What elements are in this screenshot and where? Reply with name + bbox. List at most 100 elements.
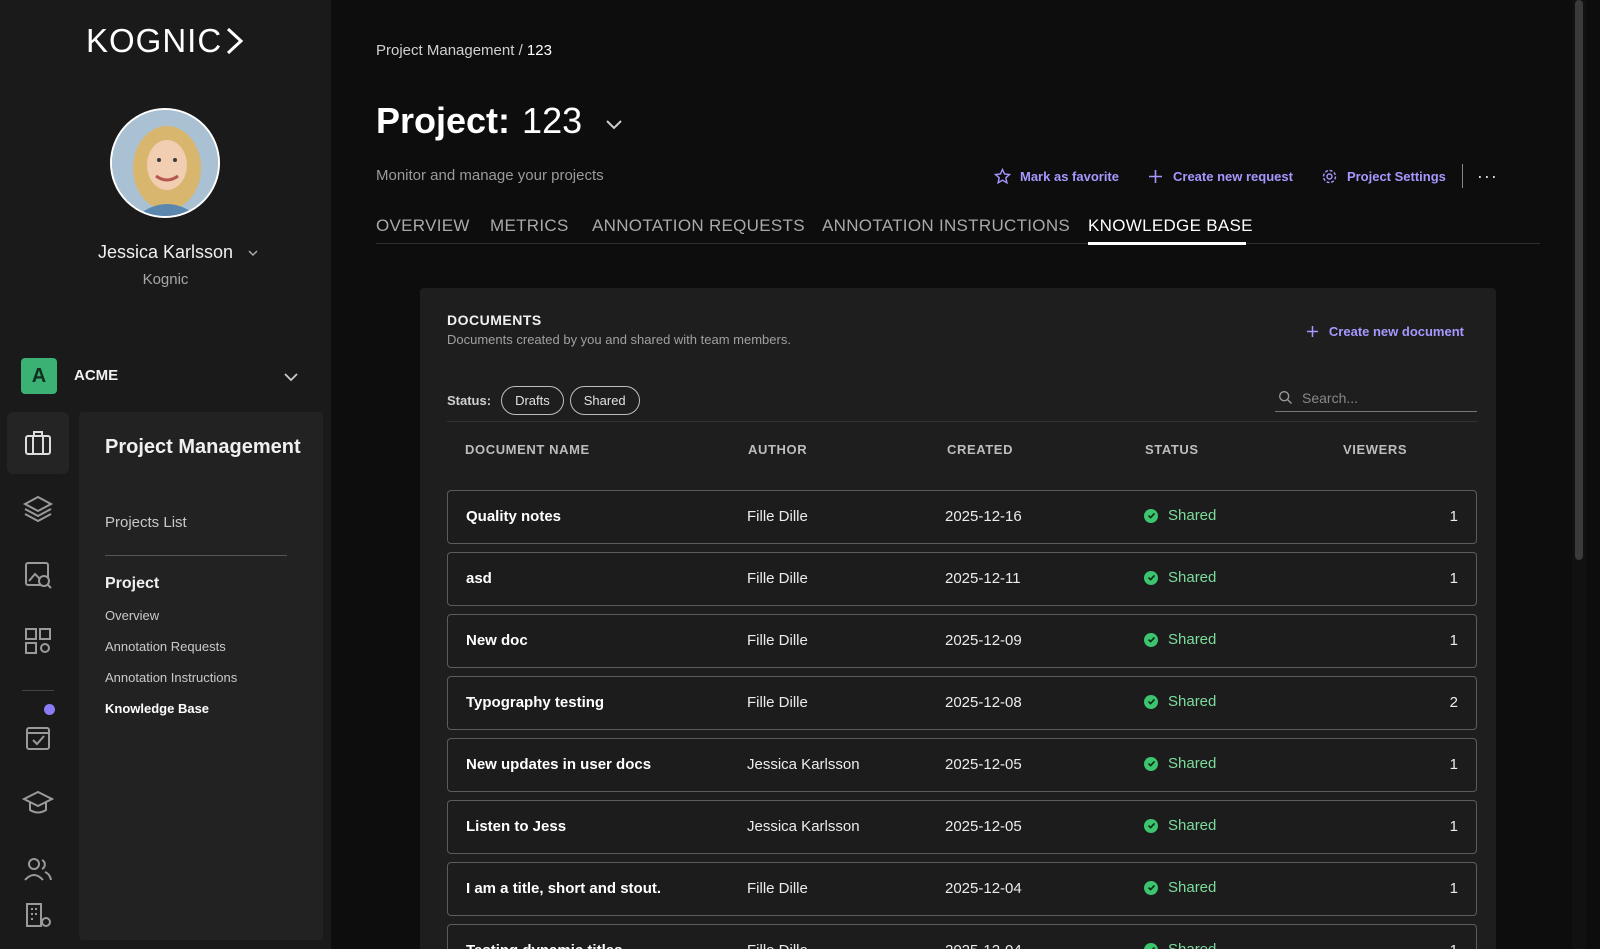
project-id[interactable]: 123 (522, 100, 582, 141)
table-row[interactable]: New doc Fille Dille 2025-12-09 Shared 1 (447, 614, 1477, 668)
image-search-icon (25, 562, 52, 589)
rail-organization[interactable] (7, 898, 69, 942)
table-row[interactable]: New updates in user docs Jessica Karlsson… (447, 738, 1477, 792)
table-row[interactable]: Testing dynamic titles Fille Dille 2025-12… (447, 924, 1477, 949)
check-circle-icon (1144, 508, 1158, 523)
column-header-document-name[interactable]: DOCUMENT NAME (465, 442, 590, 457)
subnav-item-knowledge-base[interactable]: Knowledge Base (105, 701, 209, 716)
scrollbar-thumb[interactable] (1575, 0, 1583, 560)
document-created: 2025-12-05 (945, 818, 1022, 835)
check-circle-icon (1144, 570, 1158, 585)
chevron-down-icon[interactable] (603, 113, 625, 135)
document-viewers: 1 (1449, 508, 1458, 525)
create-document-button[interactable]: Create new document (1306, 324, 1464, 339)
tab-annotation-requests[interactable]: ANNOTATION REQUESTS (592, 216, 805, 236)
filter-chip-shared[interactable]: Shared (569, 386, 640, 415)
status-label: Shared (1168, 879, 1217, 896)
breadcrumb-parent[interactable]: Project Management (376, 42, 514, 59)
document-author: Fille Dille (747, 942, 808, 949)
documents-panel: DOCUMENTS Documents created by you and s… (420, 288, 1496, 949)
status-badge: Shared (1144, 879, 1216, 896)
rail-users[interactable] (7, 838, 69, 900)
users-icon (24, 858, 52, 881)
sub-navigation: Project Management Projects List Project… (79, 412, 323, 940)
subnav-item-annotation-requests[interactable]: Annotation Requests (105, 639, 226, 654)
subnav-section-project[interactable]: Project (105, 575, 159, 593)
rail-learning[interactable] (7, 772, 69, 834)
chevron-down-icon[interactable] (282, 368, 300, 386)
header-actions: Mark as favorite Create new request Proj… (994, 164, 1498, 188)
column-header-status[interactable]: STATUS (1145, 442, 1199, 457)
subnav-title: Project Management (105, 436, 301, 458)
filter-chip-drafts[interactable]: Drafts (501, 386, 564, 415)
project-settings-label: Project Settings (1346, 168, 1446, 184)
status-label: Shared (1168, 569, 1217, 586)
plus-icon (1306, 326, 1318, 337)
subnav-item-annotation-instructions[interactable]: Annotation Instructions (105, 670, 237, 685)
table-row[interactable]: Typography testing Fille Dille 2025-12-08 S… (447, 676, 1477, 730)
column-header-author[interactable]: AUTHOR (748, 442, 807, 457)
create-request-button[interactable]: Create new request (1147, 168, 1293, 185)
search-input[interactable] (1302, 389, 1462, 406)
table-row[interactable]: Quality notes Fille Dille 2025-12-16 Shared… (447, 490, 1477, 544)
check-circle-icon (1144, 818, 1158, 833)
document-name[interactable]: Listen to Jess (466, 818, 566, 835)
search-box (1275, 384, 1477, 412)
table-row[interactable]: asd Fille Dille 2025-12-11 Shared 1 (447, 552, 1477, 606)
plus-icon (1149, 169, 1162, 183)
document-name[interactable]: Testing dynamic titles (466, 942, 622, 949)
page-title-label: Project: (376, 100, 511, 141)
actions-divider (1461, 164, 1463, 188)
chevron-down-icon[interactable] (246, 246, 260, 260)
more-options-button[interactable]: ··· (1477, 166, 1498, 187)
project-settings-button[interactable]: Project Settings (1321, 168, 1446, 185)
document-viewers: 1 (1449, 818, 1458, 835)
workspace-name: ACME (74, 367, 119, 384)
document-name[interactable]: New updates in user docs (466, 756, 651, 773)
document-viewers: 2 (1449, 694, 1458, 711)
document-name[interactable]: Quality notes (466, 508, 561, 525)
rail-layers[interactable] (7, 478, 69, 540)
document-name[interactable]: I am a title, short and stout. (466, 880, 661, 897)
tab-annotation-instructions[interactable]: ANNOTATION INSTRUCTIONS (822, 216, 1070, 236)
scrollbar[interactable] (1572, 0, 1586, 949)
subnav-item-overview[interactable]: Overview (105, 608, 159, 623)
table-row[interactable]: Listen to Jess Jessica Karlsson 2025-12-05… (447, 800, 1477, 854)
rail-projects[interactable] (7, 412, 69, 474)
status-label: Shared (1168, 693, 1217, 710)
active-tab-indicator (1088, 242, 1246, 245)
tab-metrics[interactable]: METRICS (490, 216, 569, 236)
document-created: 2025-12-04 (945, 880, 1022, 897)
tab-knowledge-base[interactable]: KNOWLEDGE BASE (1088, 216, 1253, 236)
rail-apps[interactable] (7, 610, 69, 672)
workspace-switcher[interactable]: A ACME (21, 358, 304, 394)
rail-tasks[interactable] (7, 706, 69, 768)
document-author: Fille Dille (747, 694, 808, 711)
search-icon (1278, 390, 1292, 404)
column-header-created[interactable]: CREATED (947, 442, 1013, 457)
page-title: Project: 123 (376, 100, 582, 142)
avatar[interactable] (110, 108, 220, 218)
document-viewers: 1 (1449, 570, 1458, 587)
documents-subtitle: Documents created by you and shared with… (447, 332, 791, 347)
document-name[interactable]: Typography testing (466, 694, 604, 711)
sidebar: KOGNIC Jessica Karlsson Kognic A ACME Pr… (0, 0, 331, 949)
tab-overview[interactable]: OVERVIEW (376, 216, 470, 236)
graduation-cap-icon (22, 790, 54, 814)
kognic-logo[interactable]: KOGNIC (86, 24, 246, 58)
column-header-viewers[interactable]: VIEWERS (1343, 442, 1407, 457)
table-row[interactable]: I am a title, short and stout. Fille Dill… (447, 862, 1477, 916)
status-badge: Shared (1144, 569, 1216, 586)
document-name[interactable]: asd (466, 570, 492, 587)
mark-favorite-button[interactable]: Mark as favorite (994, 167, 1119, 185)
document-created: 2025-12-04 (945, 942, 1022, 949)
document-author: Jessica Karlsson (747, 818, 860, 835)
document-created: 2025-12-09 (945, 632, 1022, 649)
document-name[interactable]: New doc (466, 632, 528, 649)
subnav-item-projects-list[interactable]: Projects List (105, 514, 187, 531)
table-header: DOCUMENT NAME AUTHOR CREATED STATUS VIEW… (447, 436, 1477, 464)
tab-bar: OVERVIEW METRICS ANNOTATION REQUESTS ANN… (376, 210, 1540, 245)
user-name[interactable]: Jessica Karlsson (98, 242, 233, 263)
mark-favorite-label: Mark as favorite (1020, 168, 1119, 184)
rail-image-review[interactable] (7, 544, 69, 606)
